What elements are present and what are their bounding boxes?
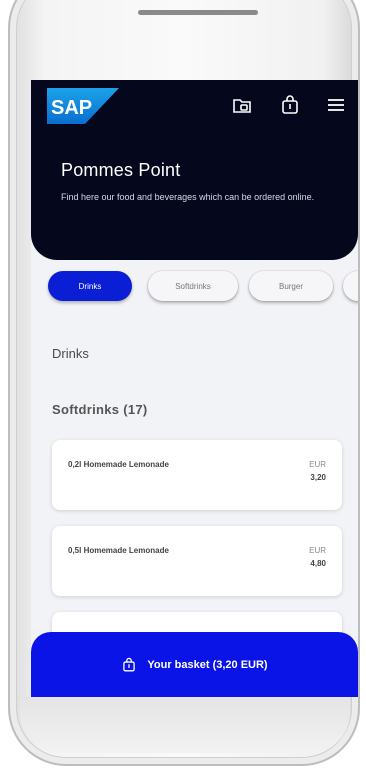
basket-label: Your basket (3,20 EUR) <box>147 658 268 671</box>
basket-icon <box>123 657 136 671</box>
menu-icon[interactable] <box>325 94 347 116</box>
product-card[interactable]: 0,5l Homemade Lemonade EUR 4,80 <box>52 526 342 596</box>
app-header: SAP Pommes Point Find here our food and … <box>31 80 358 260</box>
phone-chin <box>20 697 350 753</box>
tab-more[interactable] <box>343 271 358 301</box>
tab-burger[interactable]: Burger <box>249 271 333 301</box>
basket-icon[interactable] <box>279 94 301 116</box>
shop-description: Find here our food and beverages which c… <box>61 192 315 202</box>
product-name: 0,2l Homemade Lemonade <box>68 460 169 469</box>
section-title: Drinks <box>52 346 89 361</box>
tab-softdrinks[interactable]: Softdrinks <box>148 271 238 301</box>
product-currency: EUR <box>309 546 326 555</box>
product-name: 0,5l Homemade Lemonade <box>68 546 169 555</box>
basket-button[interactable]: Your basket (3,20 EUR) <box>31 632 358 697</box>
shop-title: Pommes Point <box>61 160 181 180</box>
sap-logo[interactable]: SAP <box>47 88 119 124</box>
group-title: Softdrinks (17) <box>52 402 148 417</box>
sap-logo-text: SAP <box>51 97 92 119</box>
app-screen: SAP Pommes Point Find here our food and … <box>31 80 358 697</box>
orders-icon[interactable] <box>231 94 253 116</box>
product-card[interactable]: 0,2l Homemade Lemonade EUR 3,20 <box>52 440 342 510</box>
product-price: 4,80 <box>310 559 326 568</box>
phone-speaker <box>138 10 258 15</box>
tab-drinks[interactable]: Drinks <box>48 271 132 301</box>
product-price: 3,20 <box>310 473 326 482</box>
product-currency: EUR <box>309 460 326 469</box>
category-tabs: Drinks Softdrinks Burger <box>31 268 358 312</box>
